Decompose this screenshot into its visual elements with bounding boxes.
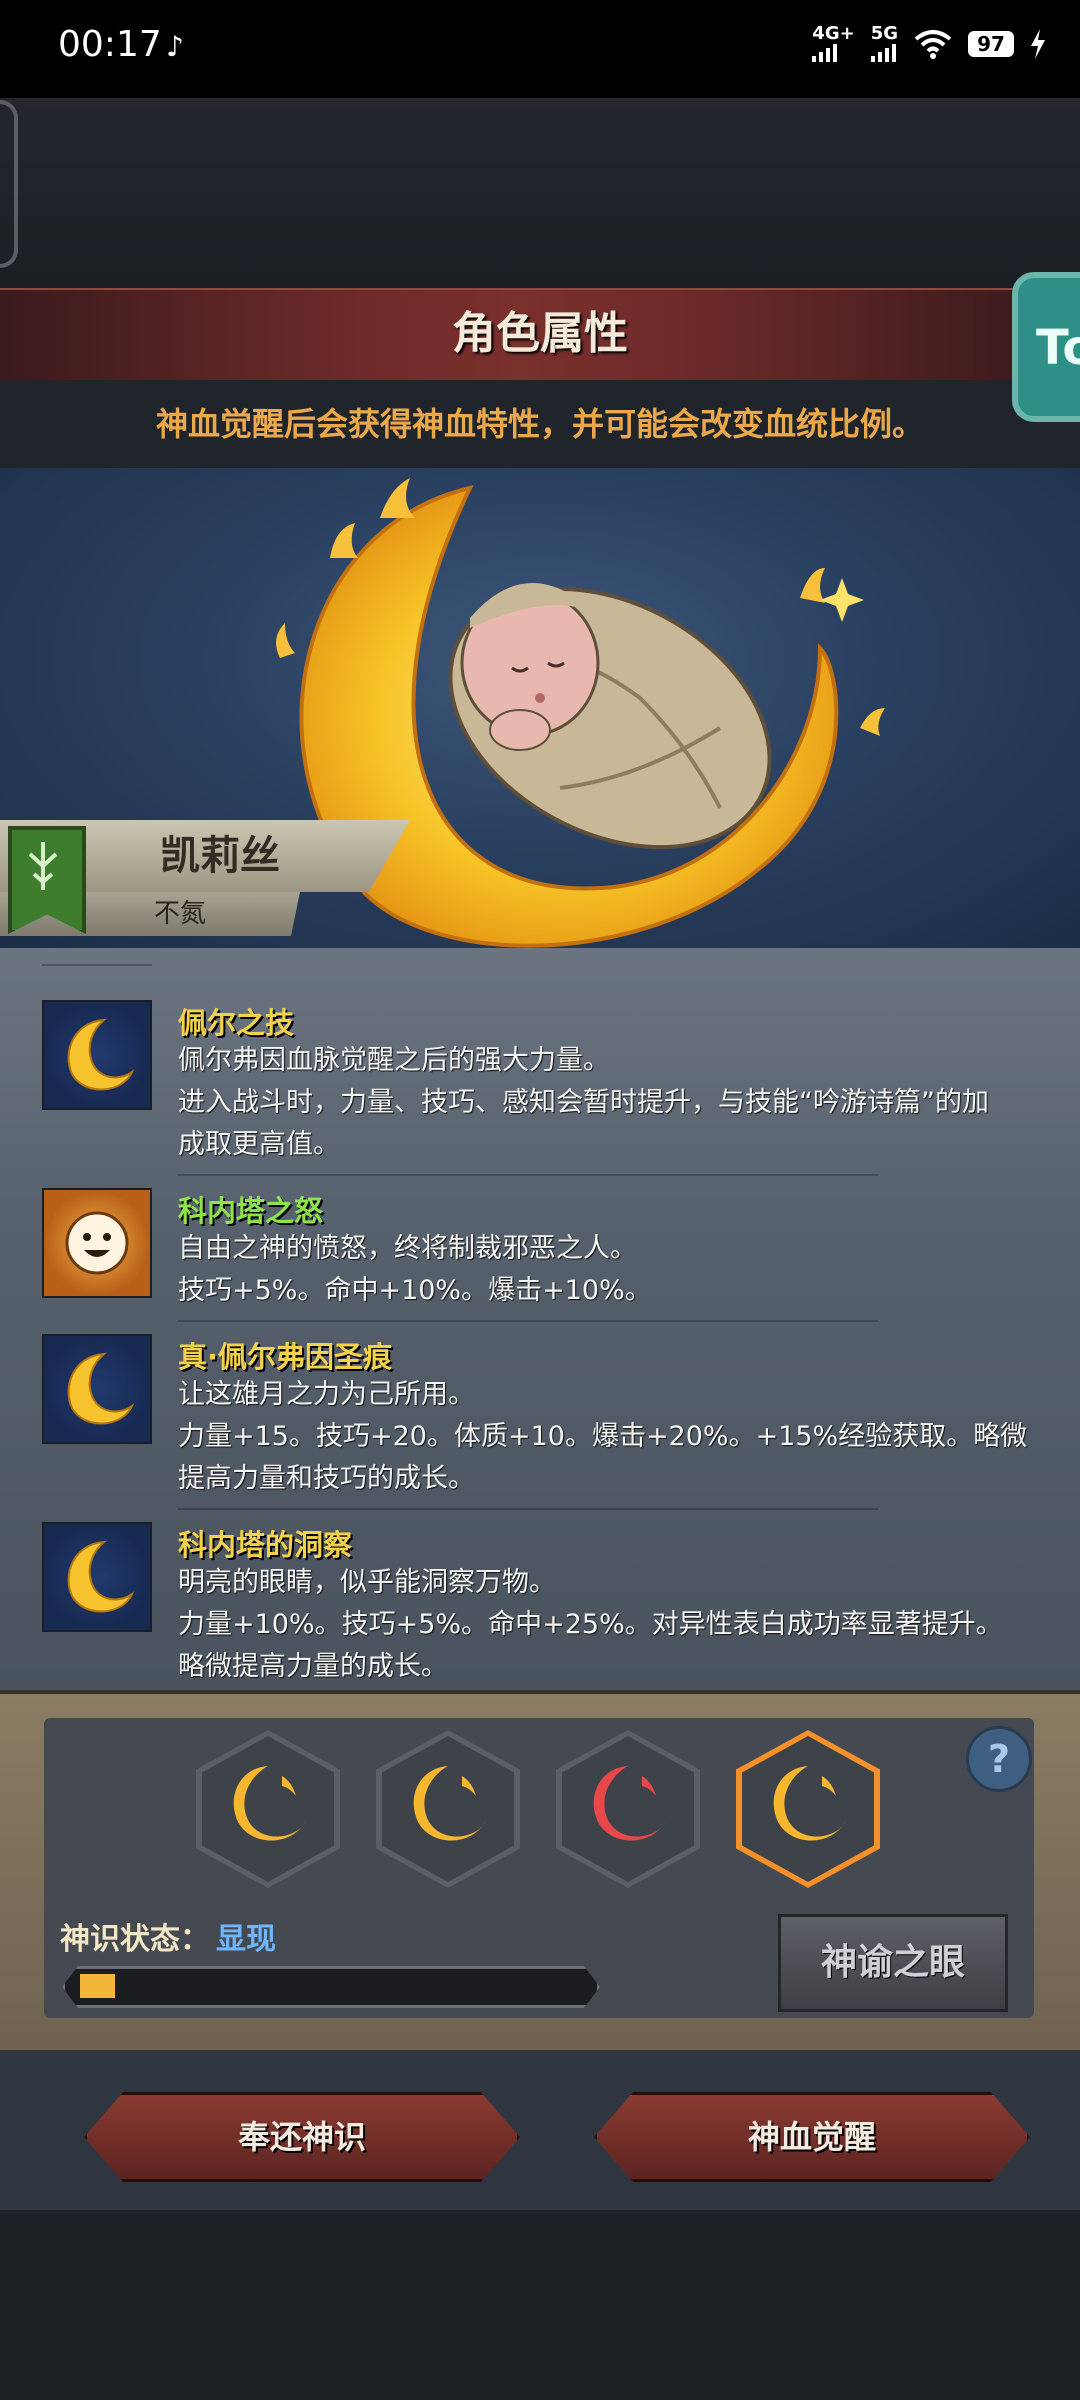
network-type-label: 4G+ [812, 23, 855, 44]
crescent-moon-icon [42, 1334, 152, 1444]
network-type-label: 5G [870, 23, 898, 44]
trait-desc-line: 略微提高力量的成长。 [178, 1651, 448, 1682]
oracle-eye-button[interactable]: 神谕之眼 [778, 1914, 1008, 2012]
blood-awaken-button[interactable]: 神血觉醒 [594, 2092, 1030, 2182]
trait-name: 佩尔之技 [178, 1006, 295, 1040]
wifi-icon [914, 30, 952, 59]
crescent-moon-icon [42, 1522, 152, 1632]
divine-progress-fill [80, 1974, 115, 1998]
help-button[interactable]: ? [966, 1726, 1032, 1792]
bottom-backdrop [0, 2210, 1080, 2400]
top-backdrop [0, 98, 1080, 288]
tiktok-icon: ♪ [166, 30, 184, 63]
trait-desc-line: 进入战斗时，力量、技巧、感知会暂时提升，与技能“吟游诗篇”的加 [178, 1087, 989, 1118]
divine-slot-frame [382, 1736, 514, 1882]
status-time: 00:17 [58, 24, 162, 65]
return-sense-button[interactable]: 奉还神识 [84, 2092, 520, 2182]
divider [178, 1320, 878, 1322]
trait-list[interactable]: 佩尔之技 佩尔弗因血脉觉醒之后的强大力量。 进入战斗时，力量、技巧、感知会暂时提… [0, 948, 1080, 1690]
divider [178, 1508, 878, 1510]
trait-desc-line: 自由之神的愤怒，终将制裁邪恶之人。 [178, 1233, 637, 1264]
battery-indicator: 97 [968, 31, 1014, 57]
flame-crescent-icon [593, 1766, 666, 1841]
divine-status-label: 神识状态： [60, 1922, 210, 1957]
divine-status-value: 显现 [216, 1922, 276, 1957]
cell-signal-icon: 5G [870, 23, 898, 62]
flame-crescent-icon [773, 1766, 846, 1841]
status-icons: 4G+ 5G 97 [812, 23, 1046, 62]
divine-slot-frame [562, 1736, 694, 1882]
trait-description: 佩尔弗因血脉觉醒之后的强大力量。 进入战斗时，力量、技巧、感知会暂时提升，与技能… [178, 1040, 1058, 1166]
character-name: 凯莉丝 [160, 833, 280, 879]
trait-name: 真·佩尔弗因圣痕 [178, 1340, 393, 1374]
divider [178, 1174, 878, 1176]
divine-slot-frame [202, 1736, 334, 1882]
divider [42, 964, 152, 966]
trait-description: 让这雄月之力为己所用。 力量+15。技巧+20。体质+10。爆击+20%。+15… [178, 1374, 1058, 1500]
left-panel-edge [0, 100, 18, 268]
trait-desc-line: 佩尔弗因血脉觉醒之后的强大力量。 [178, 1045, 610, 1076]
trait-desc-line: 力量+15。技巧+20。体质+10。爆击+20%。+15%经验获取。略微 [178, 1421, 1028, 1452]
trait-name: 科内塔之怒 [178, 1194, 324, 1228]
trait-desc-line: 明亮的眼睛，似乎能洞察万物。 [178, 1567, 556, 1598]
trait-desc-line: 力量+10%。技巧+5%。命中+25%。对异性表白成功率显著提升。 [178, 1609, 1003, 1640]
status-bar: 00:17 ♪ 4G+ 5G 97 [0, 0, 1080, 98]
divine-progress-bar [62, 1966, 600, 2008]
trait-desc-line: 技巧+5%。命中+10%。爆击+10%。 [178, 1275, 652, 1306]
trait-desc-line: 成取更高值。 [178, 1129, 340, 1160]
subtitle-text: 神血觉醒后会获得神血特性，并可能会改变血统比例。 [155, 405, 924, 443]
flame-crescent-icon [413, 1766, 486, 1841]
trait-desc-line: 让这雄月之力为己所用。 [178, 1379, 475, 1410]
side-floating-button[interactable]: To [1012, 272, 1080, 422]
trait-description: 明亮的眼睛，似乎能洞察万物。 力量+10%。技巧+5%。命中+25%。对异性表白… [178, 1562, 1058, 1688]
cell-signal-icon: 4G+ [812, 23, 855, 62]
divine-slot-frame [742, 1736, 874, 1882]
flame-crescent-icon [233, 1766, 306, 1841]
smiling-sun-icon [42, 1188, 152, 1298]
crescent-moon-icon [42, 1000, 152, 1110]
trait-name: 科内塔的洞察 [178, 1528, 353, 1562]
character-sub-label: 不氮 [153, 899, 206, 929]
charging-bolt-icon [1031, 29, 1045, 59]
trait-desc-line: 提高力量和技巧的成长。 [178, 1463, 475, 1494]
trait-description: 自由之神的愤怒，终将制裁邪恶之人。 技巧+5%。命中+10%。爆击+10%。 [178, 1228, 1058, 1312]
subtitle-strip: 神血觉醒后会获得神血特性，并可能会改变血统比例。 [0, 380, 1080, 468]
page-title: 角色属性 [452, 308, 628, 359]
